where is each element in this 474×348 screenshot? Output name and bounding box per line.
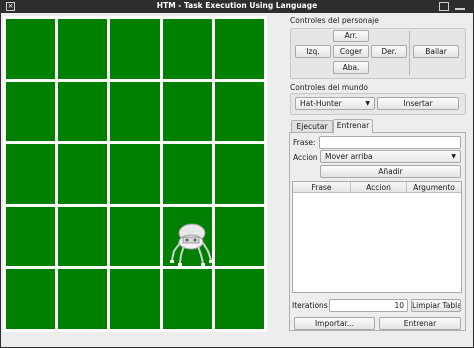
grid-cell: [6, 81, 56, 142]
object-select-value: Hat-Hunter: [300, 99, 342, 108]
tab-entrenar[interactable]: Entrenar: [333, 119, 373, 133]
grid-cell: [214, 81, 264, 142]
chevron-down-icon: ▼: [365, 100, 370, 107]
grid-cell: [110, 206, 160, 267]
column-header-frase[interactable]: Frase: [293, 182, 351, 193]
chevron-down-icon: ▼: [451, 153, 456, 160]
clear-table-button[interactable]: Limpiar Tabla: [411, 299, 461, 312]
grid-cell: [6, 206, 56, 267]
dance-button[interactable]: Bailar: [413, 45, 459, 58]
grid-cell: [6, 19, 56, 79]
insert-button[interactable]: Insertar: [377, 97, 459, 110]
world-grid: [3, 16, 267, 332]
move-left-button[interactable]: Izq.: [295, 45, 331, 58]
column-header-argumento[interactable]: Argumento: [407, 182, 461, 193]
title-bar: × HTM - Task Execution Using Language: [0, 0, 474, 13]
iterations-input[interactable]: 10: [329, 299, 408, 312]
grid-cell: [58, 269, 108, 329]
grid-cell: [58, 19, 108, 79]
action-select-value: Mover arriba: [325, 152, 373, 161]
move-up-button[interactable]: Arr.: [333, 30, 369, 42]
import-button[interactable]: Importar...: [294, 317, 375, 330]
train-button[interactable]: Entrenar: [379, 317, 461, 330]
phrase-input[interactable]: [319, 136, 461, 149]
table-header: Frase Accion Argumento: [293, 182, 461, 193]
character-controls-label: Controles del personaje: [290, 16, 379, 25]
grid-cell: [162, 269, 212, 329]
grid-cell: [6, 269, 56, 329]
action-select[interactable]: Mover arriba ▼: [320, 150, 461, 163]
move-right-button[interactable]: Der.: [371, 45, 407, 58]
maximize-icon[interactable]: [439, 2, 449, 11]
grid-cell: [58, 144, 108, 204]
action-label: Accion: [293, 153, 318, 162]
column-header-accion[interactable]: Accion: [351, 182, 407, 193]
grid-cell: [110, 81, 160, 142]
grid-cell: [214, 269, 264, 329]
grid-cell: [214, 144, 264, 204]
grid-cell: [214, 206, 264, 267]
add-button[interactable]: Añadir: [320, 165, 461, 178]
grid-cell: [162, 81, 212, 142]
window-title: HTM - Task Execution Using Language: [156, 1, 318, 10]
robot-icon: [170, 223, 213, 266]
grid-cell: [110, 19, 160, 79]
grid-cell: [58, 81, 108, 142]
move-down-button[interactable]: Aba.: [333, 61, 369, 74]
world-controls-label: Controles del mundo: [290, 83, 369, 92]
grid-cell: [110, 269, 160, 329]
minimize-icon[interactable]: [455, 8, 465, 10]
grid-cell: [162, 144, 212, 204]
phrase-label: Frase:: [293, 138, 316, 147]
grid-cell: [58, 206, 108, 267]
training-table[interactable]: Frase Accion Argumento: [292, 181, 462, 293]
grab-button[interactable]: Coger: [333, 45, 369, 58]
separator: [409, 31, 410, 75]
grid-cell: [110, 144, 160, 204]
grid-cell: [6, 144, 56, 204]
iterations-label: Iterations: [292, 301, 328, 310]
object-select[interactable]: Hat-Hunter ▼: [295, 97, 375, 110]
grid-cell: [162, 19, 212, 79]
grid-cell: [214, 19, 264, 79]
